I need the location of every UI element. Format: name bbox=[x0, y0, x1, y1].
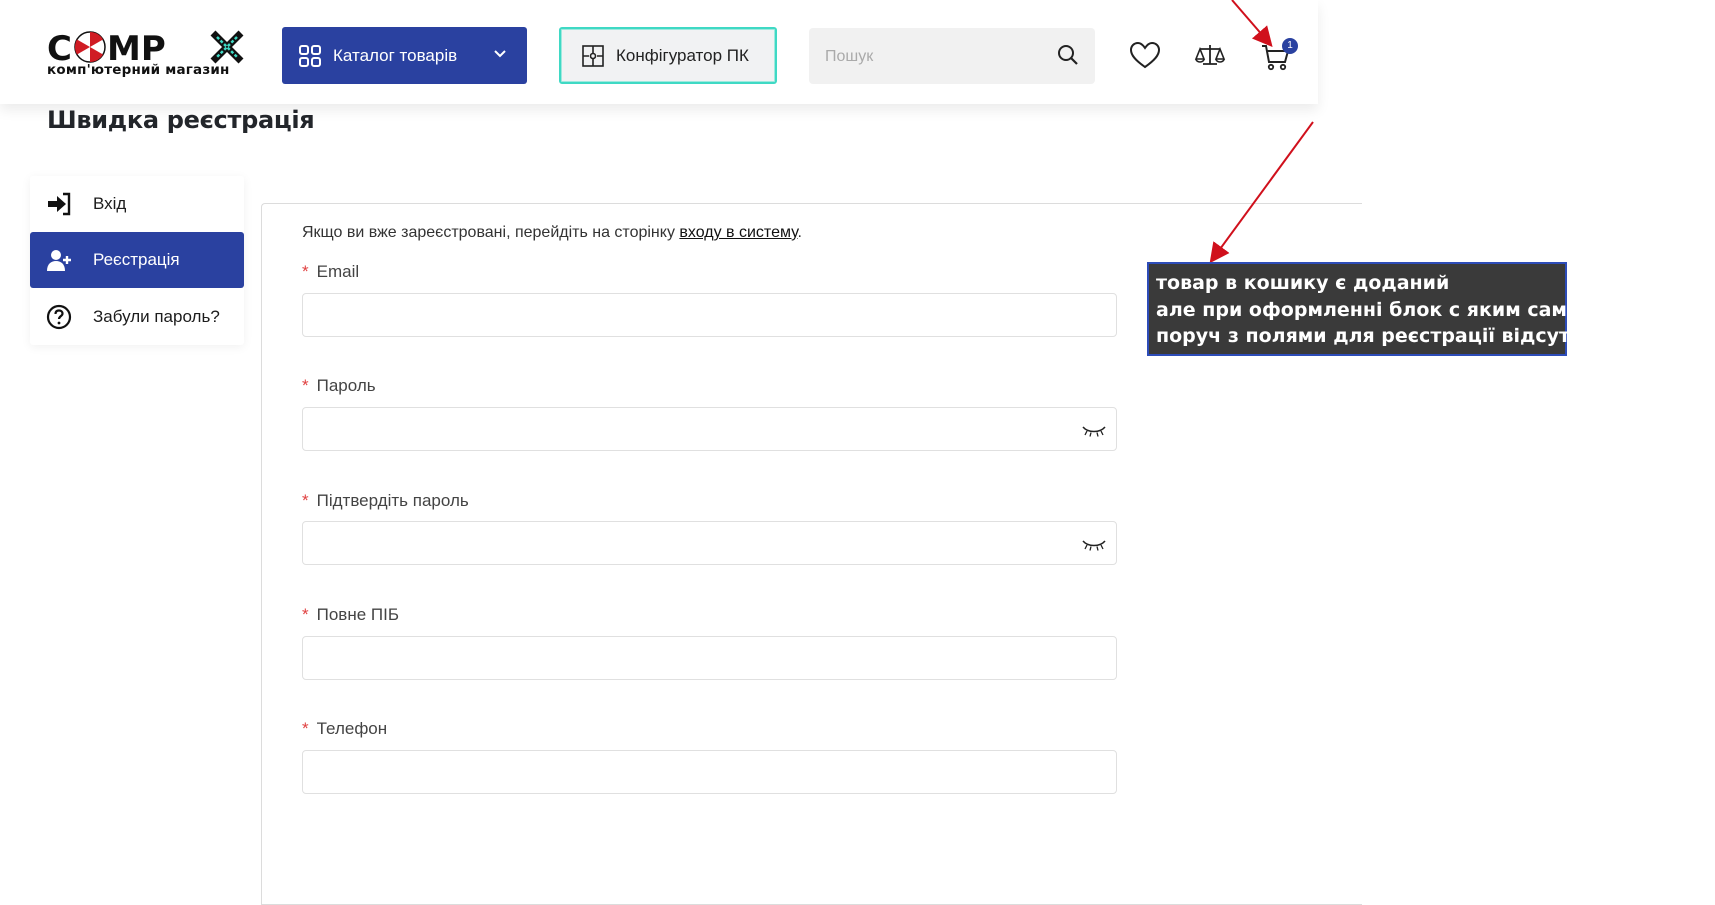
annotation-line: поруч з полями для реєстрації відсутній bbox=[1156, 325, 1603, 347]
full-name-label-text: Повне ПІБ bbox=[316, 605, 399, 624]
password-field[interactable] bbox=[302, 407, 1117, 451]
grid-icon bbox=[299, 44, 321, 67]
sidebar-item-forgot-password[interactable]: Забули пароль? bbox=[30, 289, 244, 345]
full-name-field[interactable] bbox=[302, 636, 1117, 680]
annotation-line: але при оформленні блок с яким саме bbox=[1156, 298, 1580, 321]
sidebar-item-label: Вхід bbox=[93, 194, 127, 213]
search-icon[interactable] bbox=[1057, 44, 1079, 66]
pc-configurator-button[interactable]: Конфігуратор ПК bbox=[559, 27, 777, 84]
login-icon bbox=[48, 192, 71, 216]
sidebar-item-login[interactable]: Вхід bbox=[30, 176, 244, 232]
sidebar-item-label: Реєстрація bbox=[93, 250, 180, 269]
required-mark: * bbox=[302, 262, 309, 281]
cart-count-badge: 1 bbox=[1282, 38, 1298, 54]
annotation-note: товар в кошику є доданий але при оформле… bbox=[1147, 262, 1603, 356]
required-mark: * bbox=[302, 719, 309, 738]
phone-field[interactable] bbox=[302, 750, 1117, 794]
full-name-label: * Повне ПІБ bbox=[302, 605, 399, 625]
login-link[interactable]: входу в систему bbox=[679, 224, 797, 241]
configurator-label: Конфігуратор ПК bbox=[616, 45, 749, 65]
puzzle-icon bbox=[582, 44, 604, 67]
required-mark: * bbox=[302, 605, 309, 624]
heart-icon[interactable] bbox=[1129, 40, 1161, 72]
login-hint-text: Якщо ви вже зареєстровані, перейдіть на … bbox=[302, 224, 680, 241]
email-label-text: Email bbox=[316, 262, 360, 281]
phone-label: * Телефон bbox=[302, 719, 387, 739]
confirm-password-label: * Підтвердіть пароль bbox=[302, 491, 469, 511]
svg-text:C: C bbox=[47, 30, 72, 66]
catalog-button[interactable]: Каталог товарів bbox=[282, 27, 527, 84]
catalog-label: Каталог товарів bbox=[333, 45, 458, 65]
logo[interactable]: C MP комп'ютерний магазин bbox=[47, 29, 252, 82]
required-mark: * bbox=[302, 491, 309, 510]
add-user-icon bbox=[47, 250, 71, 271]
required-mark: * bbox=[302, 376, 309, 395]
search-input[interactable] bbox=[823, 42, 1057, 72]
login-hint-end: . bbox=[797, 224, 802, 241]
phone-label-text: Телефон bbox=[316, 719, 388, 738]
password-label: * Пароль bbox=[302, 376, 376, 396]
question-icon bbox=[46, 304, 72, 330]
login-hint: Якщо ви вже зареєстровані, перейдіть на … bbox=[302, 224, 802, 242]
confirm-password-label-text: Підтвердіть пароль bbox=[316, 491, 469, 510]
eye-closed-icon[interactable] bbox=[1082, 538, 1106, 552]
email-field[interactable] bbox=[302, 293, 1117, 337]
page-title: Швидка реєстрація bbox=[47, 106, 315, 134]
sidebar-item-registration[interactable]: Реєстрація bbox=[30, 232, 244, 288]
sidebar-item-label: Забули пароль? bbox=[93, 307, 220, 326]
search-box bbox=[809, 28, 1095, 84]
logo-mark: C MP bbox=[47, 29, 244, 69]
account-sidebar: Вхід Реєстрація Забули пароль? bbox=[30, 176, 244, 345]
chevron-down-icon bbox=[494, 50, 506, 58]
email-label: * Email bbox=[302, 262, 359, 282]
logo-subtitle: комп'ютерний магазин bbox=[47, 62, 230, 78]
annotation-line: товар в кошику є доданий bbox=[1156, 272, 1450, 294]
svg-text:MP: MP bbox=[107, 30, 166, 66]
confirm-password-field[interactable] bbox=[302, 521, 1117, 565]
compare-scales-icon[interactable] bbox=[1194, 40, 1226, 72]
eye-closed-icon[interactable] bbox=[1082, 424, 1106, 438]
password-label-text: Пароль bbox=[316, 376, 376, 395]
